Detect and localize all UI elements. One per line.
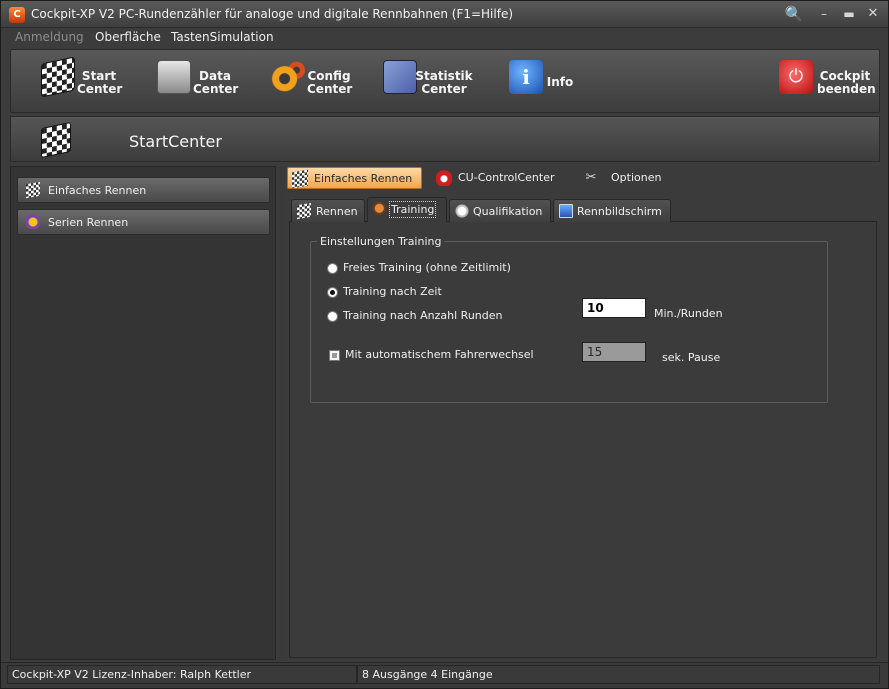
control-unit-icon bbox=[436, 170, 452, 186]
license-status: Cockpit-XP V2 Lizenz-Inhaber: Ralph Kett… bbox=[7, 665, 357, 684]
window-title: Cockpit-XP V2 PC-Rundenzähler für analog… bbox=[31, 7, 514, 21]
cockpit-beenden-button[interactable]: ⏻ Cockpit beenden bbox=[779, 56, 876, 108]
data-center-label: Data Center bbox=[193, 69, 239, 96]
info-button[interactable]: i Info bbox=[509, 56, 579, 108]
minimize-button[interactable]: – bbox=[814, 5, 834, 23]
subtab-label: Qualifikation bbox=[473, 205, 543, 218]
pause-input: 15 bbox=[582, 342, 646, 362]
radio-training-time-label[interactable]: Training nach Zeit bbox=[343, 285, 442, 298]
chart-icon bbox=[383, 60, 417, 94]
checkered-flag-icon bbox=[292, 169, 308, 189]
panel-splitter[interactable] bbox=[277, 166, 285, 660]
statistik-center-label: Statistik Center bbox=[415, 69, 473, 96]
limit-unit-label: Min./Runden bbox=[654, 307, 723, 320]
helmet-icon bbox=[373, 202, 387, 216]
page-title: StartCenter bbox=[129, 132, 222, 151]
subtab-qualifikation[interactable]: Qualifikation bbox=[449, 199, 551, 222]
checkered-flag-icon bbox=[26, 181, 40, 199]
radio-training-time[interactable] bbox=[327, 287, 338, 298]
tab-label: Einfaches Rennen bbox=[314, 172, 413, 185]
info-icon: i bbox=[509, 60, 543, 94]
subtab-label: Rennbildschirm bbox=[577, 205, 662, 218]
subtab-training[interactable]: Training bbox=[367, 197, 447, 223]
subtab-rennen[interactable]: Rennen bbox=[291, 199, 365, 222]
start-center-label: Start Center bbox=[77, 69, 123, 96]
clock-icon bbox=[455, 204, 469, 218]
pause-unit-label: sek. Pause bbox=[662, 351, 721, 364]
tab-label: CU-ControlCenter bbox=[458, 171, 555, 184]
checkered-flag-icon bbox=[41, 121, 71, 159]
monitor-icon bbox=[559, 204, 573, 218]
sidebar-item-label: Einfaches Rennen bbox=[48, 184, 147, 197]
training-tab-page: Einstellungen Training Freies Training (… bbox=[289, 222, 877, 658]
training-settings-group: Einstellungen Training Freies Training (… bbox=[310, 235, 828, 403]
maximize-button[interactable]: ▬ bbox=[839, 5, 859, 23]
main-window: C Cockpit-XP V2 PC-Rundenzähler für anal… bbox=[0, 0, 889, 689]
radio-training-laps[interactable] bbox=[327, 311, 338, 322]
main-toolbar: Start Center Data Center Config Center S… bbox=[10, 49, 880, 113]
server-icon bbox=[157, 60, 191, 94]
info-label: Info bbox=[546, 75, 574, 89]
menu-bar: Anmeldung Oberfläche TastenSimulation bbox=[1, 28, 888, 47]
menu-anmeldung[interactable]: Anmeldung bbox=[15, 30, 84, 44]
close-button[interactable]: ✕ bbox=[863, 5, 883, 23]
cockpit-beenden-label: Cockpit beenden bbox=[817, 69, 876, 96]
checkered-flag-icon bbox=[41, 56, 75, 98]
sidebar-item-serien-rennen[interactable]: Serien Rennen bbox=[17, 209, 270, 235]
sidebar: Einfaches Rennen Serien Rennen bbox=[10, 166, 276, 660]
data-center-button[interactable]: Data Center bbox=[157, 56, 247, 108]
menu-oberflaeche[interactable]: Oberfläche bbox=[95, 30, 161, 44]
radio-training-laps-label[interactable]: Training nach Anzahl Runden bbox=[343, 309, 502, 322]
statistik-center-button[interactable]: Statistik Center bbox=[383, 56, 479, 108]
limit-input[interactable]: 10 bbox=[582, 298, 646, 318]
tab-cu-controlcenter[interactable]: CU-ControlCenter bbox=[432, 167, 567, 189]
sub-tab-bar: Rennen Training Qualifikation Rennbildsc… bbox=[289, 197, 877, 223]
checkered-flag-icon bbox=[297, 202, 311, 220]
power-icon: ⏻ bbox=[779, 60, 813, 94]
menu-tastensimulation[interactable]: TastenSimulation bbox=[171, 30, 274, 44]
series-icon bbox=[26, 215, 40, 229]
start-center-button[interactable]: Start Center bbox=[41, 56, 131, 108]
section-header: StartCenter bbox=[10, 116, 880, 162]
driver-change-checkbox[interactable] bbox=[329, 350, 340, 361]
tools-icon: ✂ bbox=[585, 170, 597, 185]
content-panel: Einfaches Rennen CU-ControlCenter ✂ Opti… bbox=[285, 166, 880, 660]
group-title: Einstellungen Training bbox=[317, 235, 445, 248]
io-status: 8 Ausgänge 4 Eingänge bbox=[357, 665, 880, 684]
subtab-label: Training bbox=[388, 201, 437, 218]
title-bar[interactable]: C Cockpit-XP V2 PC-Rundenzähler für anal… bbox=[1, 1, 888, 28]
config-center-label: Config Center bbox=[307, 69, 353, 96]
config-center-button[interactable]: Config Center bbox=[271, 56, 361, 108]
tab-einfaches-rennen[interactable]: Einfaches Rennen bbox=[287, 167, 422, 189]
radio-free-training-label[interactable]: Freies Training (ohne Zeitlimit) bbox=[343, 261, 511, 274]
search-icon[interactable]: 🔍 bbox=[784, 5, 804, 23]
subtab-label: Rennen bbox=[316, 205, 358, 218]
sidebar-item-einfaches-rennen[interactable]: Einfaches Rennen bbox=[17, 177, 270, 203]
subtab-rennbildschirm[interactable]: Rennbildschirm bbox=[553, 199, 671, 222]
gears-icon bbox=[271, 60, 305, 94]
tab-optionen[interactable]: ✂ Optionen bbox=[579, 167, 679, 189]
sidebar-item-label: Serien Rennen bbox=[48, 216, 129, 229]
radio-free-training[interactable] bbox=[327, 263, 338, 274]
tab-label: Optionen bbox=[611, 171, 662, 184]
app-logo-icon: C bbox=[9, 7, 25, 23]
status-bar: Cockpit-XP V2 Lizenz-Inhaber: Ralph Kett… bbox=[1, 662, 888, 688]
driver-change-label[interactable]: Mit automatischem Fahrerwechsel bbox=[345, 348, 534, 361]
